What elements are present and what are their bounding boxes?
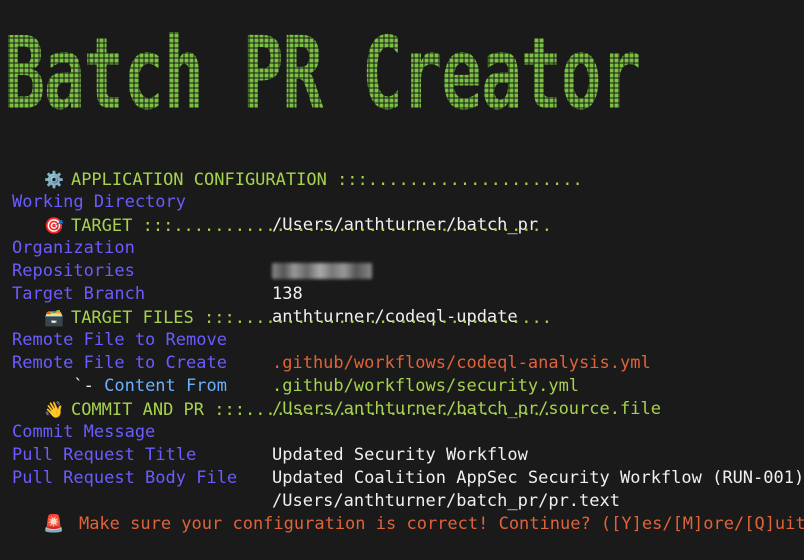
redacted-blur (272, 263, 372, 279)
value-organization-redacted (272, 260, 372, 283)
section-dots: :::..................................... (132, 216, 553, 236)
row-repositories: Repositories 138 (0, 237, 303, 304)
row-organization: Organization (0, 214, 372, 279)
prompt-text: Make sure your configuration is correct!… (78, 514, 804, 534)
gear-icon: ⚙️ (43, 170, 64, 189)
section-header-target-files: 🗃️ TARGET FILES :::......................… (0, 283, 552, 328)
label-remote-file-create: Remote File to Create (12, 353, 227, 373)
banner-graphic: Batch PR Creator (4, 15, 642, 120)
row-commit-message: Commit Message Updated Security Workflow (0, 398, 528, 465)
section-title: TARGET (70, 216, 133, 236)
section-header-app-config: ⚙️ APPLICATION CONFIGURATION :::.........… (0, 145, 583, 190)
row-remote-file-remove: Remote File to Remove .github/workflows/… (0, 306, 651, 373)
row-remote-file-create: Remote File to Create .github/workflows/… (0, 329, 579, 396)
ascii-banner: Batch PR Creator (4, 8, 800, 120)
terminal-window: Batch PR Creator ⚙️ APPLICATION CONFIGURA… (0, 0, 804, 534)
row-pull-request-title: Pull Request Title Updated Coalition App… (0, 421, 804, 488)
value-commit-message: Updated Security Workflow (272, 445, 528, 465)
label-pull-request-body-file: Pull Request Body File (12, 468, 238, 488)
confirmation-prompt[interactable]: 🚨 Make sure your configuration is correct… (0, 488, 804, 534)
section-header-target: 🎯 TARGET :::.............................… (0, 191, 552, 236)
section-title: TARGET FILES (70, 308, 194, 328)
siren-icon: 🚨 (43, 514, 65, 534)
section-header-commit-pr: 👋 COMMIT AND PR :::......................… (0, 375, 552, 420)
row-content-from: `- Content From /Users/anthturner/batch_… (0, 352, 661, 419)
value-pull-request-title: Updated Coalition AppSec Security Workfl… (272, 468, 804, 488)
section-dots: :::.............................. (204, 400, 553, 420)
target-icon: 🎯 (43, 216, 64, 235)
banner-title: Batch PR Creator (4, 15, 640, 120)
row-working-directory: Working Directory /Users/anthturner/batc… (0, 168, 538, 235)
value-remote-file-remove: .github/workflows/codeql-analysis.yml (272, 353, 651, 373)
section-title: APPLICATION CONFIGURATION (70, 170, 327, 190)
label-remote-file-remove: Remote File to Remove (12, 330, 227, 350)
section-dots: :::............................... (193, 308, 553, 328)
row-pull-request-body-file: Pull Request Body File /Users/anthturner… (0, 444, 620, 511)
section-dots: :::..................... (326, 170, 583, 190)
box-icon: 🗃️ (43, 308, 64, 327)
wave-icon: 👋 (43, 400, 64, 419)
section-title: COMMIT AND PR (70, 400, 205, 420)
row-target-branch: Target Branch anthturner/codeql-update (0, 260, 518, 327)
